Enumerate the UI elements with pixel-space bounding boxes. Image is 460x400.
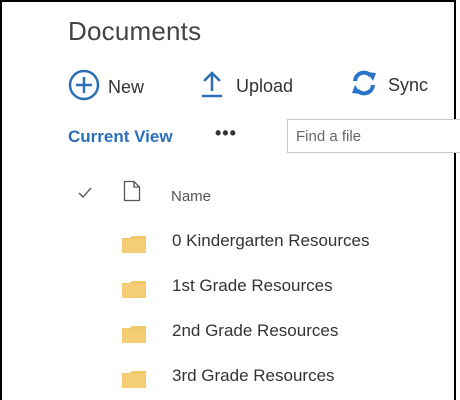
- checkmark-icon[interactable]: [78, 186, 92, 204]
- folder-name[interactable]: 3rd Grade Resources: [172, 366, 335, 386]
- list-item[interactable]: 0 Kindergarten Resources: [2, 224, 458, 260]
- new-button-label: New: [108, 77, 145, 97]
- folder-icon: [121, 234, 147, 259]
- column-header-name[interactable]: Name: [171, 188, 211, 205]
- page-title: Documents: [68, 16, 202, 46]
- documents-panel: Documents New Upload Sync Current View •…: [0, 0, 460, 400]
- search-input[interactable]: [287, 119, 460, 153]
- upload-arrow-icon: [200, 69, 224, 104]
- sync-button-label: Sync: [388, 75, 429, 95]
- upload-button-label: Upload: [236, 76, 294, 96]
- plus-circle-icon: [68, 69, 100, 106]
- folder-name[interactable]: 1st Grade Resources: [172, 276, 333, 296]
- sync-icon: [350, 69, 378, 102]
- upload-button[interactable]: Upload: [200, 69, 293, 104]
- list-item[interactable]: 3rd Grade Resources: [2, 359, 458, 395]
- folder-name[interactable]: 0 Kindergarten Resources: [172, 231, 370, 251]
- document-icon: [123, 180, 141, 207]
- list-item[interactable]: 2nd Grade Resources: [2, 314, 458, 350]
- list-item[interactable]: 1st Grade Resources: [2, 269, 458, 305]
- new-button[interactable]: New: [68, 69, 144, 106]
- folder-name[interactable]: 2nd Grade Resources: [172, 321, 338, 341]
- folder-icon: [121, 324, 147, 349]
- list-header: Name: [2, 180, 458, 210]
- more-options-button[interactable]: •••: [215, 123, 237, 144]
- sync-button[interactable]: Sync: [350, 69, 428, 102]
- folder-icon: [121, 369, 147, 394]
- current-view-dropdown[interactable]: Current View: [68, 127, 173, 147]
- folder-icon: [121, 279, 147, 304]
